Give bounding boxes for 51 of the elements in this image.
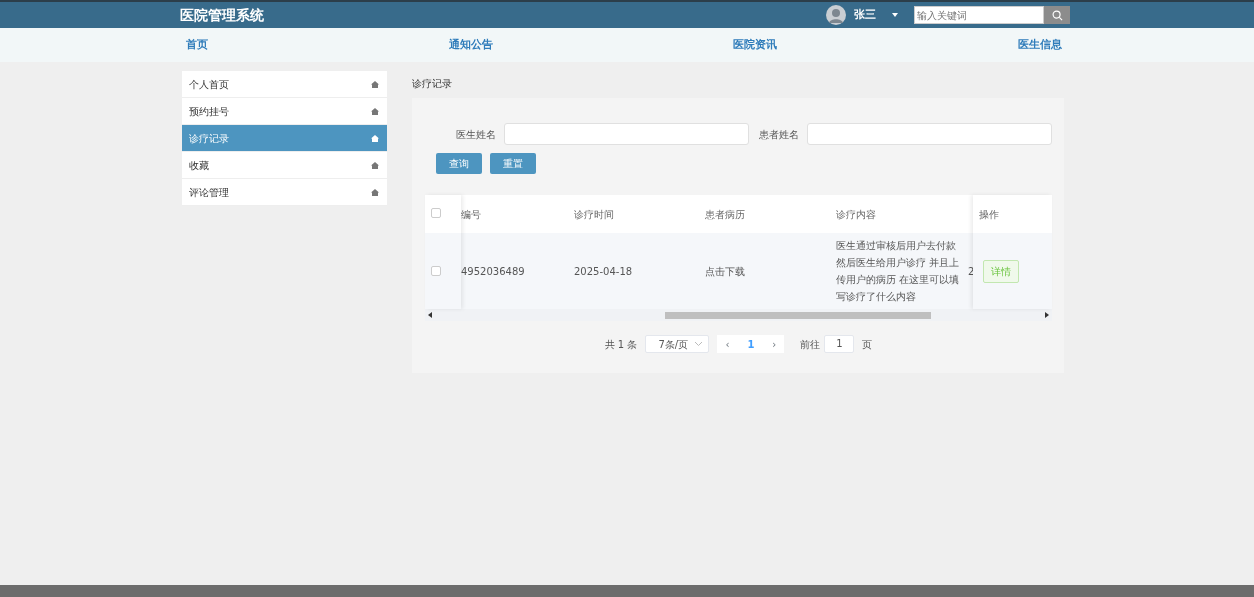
page-number[interactable]: 1 [747, 336, 755, 352]
field-label: 患者姓名 [759, 127, 799, 142]
nav-link[interactable]: 医院资讯 [733, 36, 778, 54]
home-icon [371, 134, 379, 142]
column-header: 操作 [979, 207, 999, 222]
sidebar-item[interactable]: 诊疗记录 [182, 125, 387, 152]
home-icon [371, 80, 379, 88]
home-icon [371, 161, 379, 169]
nav-link[interactable]: 首页 [186, 36, 208, 54]
horizontal-scrollbar[interactable] [425, 309, 1052, 321]
search-field[interactable]: 输入关键词 [914, 6, 1044, 24]
scroll-right-icon[interactable] [1045, 312, 1049, 318]
site-title: 医院管理系统 [180, 5, 264, 25]
next-page-button[interactable]: › [772, 336, 777, 352]
chevron-down-icon [695, 342, 703, 346]
search-button[interactable] [1044, 6, 1070, 24]
sidebar-item[interactable]: 评论管理 [182, 179, 387, 206]
input-field[interactable] [807, 123, 1052, 145]
sidebar-item[interactable]: 收藏 [182, 152, 387, 179]
user-name[interactable]: 张三 [854, 6, 876, 24]
table-cell: 2 [968, 265, 975, 277]
nav-link[interactable]: 医生信息 [1017, 36, 1062, 54]
page-size-select[interactable]: 7条/页 [645, 335, 710, 353]
row-checkbox[interactable] [431, 266, 441, 276]
reset-button[interactable]: 重置 [490, 153, 536, 174]
sidebar-item[interactable]: 个人首页 [182, 71, 387, 98]
column-header: 患者病历 [705, 208, 745, 220]
scroll-left-icon[interactable] [428, 312, 432, 318]
goto-label: 前往 [800, 337, 821, 352]
total-count: 共 1 条 [604, 337, 638, 352]
caret-icon[interactable] [892, 13, 898, 17]
table-cell-text: 医生通过审核后用户去付款然后医生给用户诊疗 并且上传用户的病历 在这里可以填写诊疗了什么内容 [836, 239, 961, 304]
column-header: 诊疗时间 [574, 208, 614, 220]
home-icon [371, 107, 379, 115]
avatar-icon[interactable] [826, 5, 846, 25]
input-field[interactable] [504, 123, 749, 145]
table-cell: 4952036489 [461, 265, 525, 277]
page-suffix: 页 [862, 337, 873, 352]
prev-page-button[interactable]: ‹ [725, 336, 730, 352]
download-link[interactable]: 点击下载 [705, 265, 745, 277]
home-icon [371, 188, 379, 196]
column-header: 诊疗内容 [836, 208, 876, 220]
search-icon [1051, 9, 1063, 21]
column-header: 编号 [461, 208, 481, 220]
field-label: 医生姓名 [456, 127, 496, 142]
page-input[interactable]: 1 [824, 335, 855, 353]
nav-link[interactable]: 通知公告 [448, 36, 493, 54]
table-cell: 2025-04-18 [574, 265, 633, 277]
page-title: 诊疗记录 [412, 77, 453, 91]
select-all-checkbox[interactable] [431, 208, 441, 218]
search-button[interactable]: 查询 [436, 153, 482, 174]
